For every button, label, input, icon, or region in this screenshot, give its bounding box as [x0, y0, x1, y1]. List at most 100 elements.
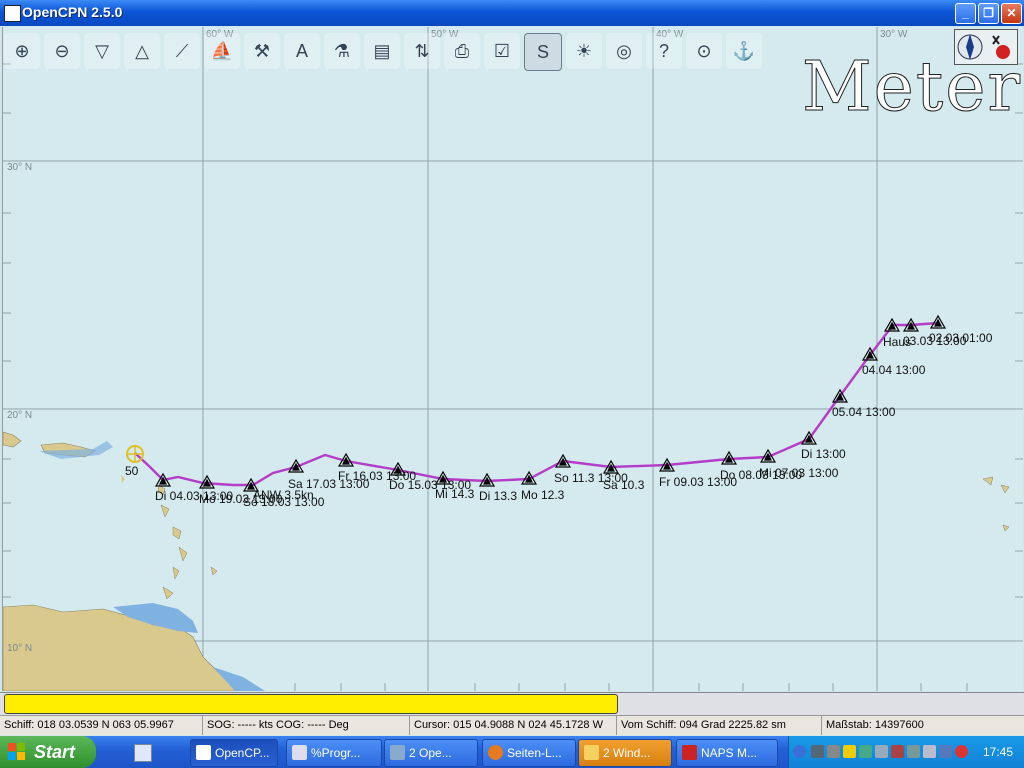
route-manager-icon: ☑ [493, 40, 511, 61]
tray-expand-icon[interactable] [793, 745, 806, 758]
task-seiten[interactable]: Seiten-L... [482, 739, 576, 767]
tray-clock[interactable]: 17:45 [983, 745, 1013, 759]
status-sog-cog: SOG: ----- kts COG: ----- Deg [203, 716, 410, 735]
route-button[interactable]: ⟋ [164, 33, 200, 69]
waypoint-label[interactable]: Mi 07.03 13:00 [759, 466, 838, 480]
waypoint-label[interactable]: 05.04 13:00 [832, 405, 895, 419]
opencpn-icon [196, 745, 211, 760]
settings-button[interactable]: ⚒ [244, 33, 280, 69]
status-scale: Maßstab: 14397600 [826, 719, 924, 731]
ship-icon [126, 445, 144, 463]
status-from-ship: Vom Schiff: 094 Grad 2225.82 sm [617, 716, 822, 735]
system-tray: 17:45 [788, 736, 1024, 768]
current-button[interactable]: ⚗ [324, 33, 360, 69]
main-toolbar: ⊕ ⊖ ▽ △ ⟋ ⛵ ⚒ A ⚗ ▤ ⇅ ⎙ ☑ S ☀ ◎? ⊙ ⚓ [4, 31, 784, 73]
mob-icon: ◎ [616, 40, 632, 61]
waypoint-label[interactable]: 02.03 01:00 [929, 331, 992, 345]
tide-icon: ▤ [373, 40, 391, 61]
tide-button[interactable]: ▤ [364, 33, 400, 69]
lat-label-30n: 30° N [7, 162, 33, 173]
route-icon: ⟋ [175, 40, 189, 61]
pdf-icon [682, 745, 697, 760]
firefox-icon [488, 745, 503, 760]
quick-launch [104, 743, 186, 762]
lat-label-10n: 10° N [7, 643, 33, 654]
scale-in-icon: ▽ [95, 40, 109, 61]
close-button[interactable]: ✕ [1001, 3, 1022, 24]
settings-icon: ⚒ [253, 40, 271, 61]
tray-network-icon[interactable] [811, 745, 824, 758]
title-bar[interactable]: OpenCPN 2.5.0 _ ❐ ✕ [0, 0, 1024, 26]
waypoint-markers [154, 314, 947, 492]
waypoint-label[interactable]: Sa 10.3 [603, 478, 644, 492]
zoom-out-icon: ⊖ [54, 40, 70, 61]
ais-icon: ⊙ [696, 40, 712, 61]
track-icon: S [536, 41, 549, 62]
scale-out-button[interactable]: △ [124, 33, 160, 69]
task-opencpn[interactable]: OpenCP... [190, 739, 278, 767]
chart-quilt-button[interactable]: ⇅ [404, 33, 440, 69]
tray-sound-icon[interactable] [891, 745, 904, 758]
show-desktop-icon[interactable] [134, 744, 152, 762]
tracking-icon: ⚓ [732, 40, 756, 61]
minimize-button[interactable]: _ [955, 3, 976, 24]
zoom-in-button[interactable]: ⊕ [4, 33, 40, 69]
track-button[interactable]: S [524, 33, 562, 71]
tray-device-icon[interactable] [827, 745, 840, 758]
restore-button[interactable]: ❐ [978, 3, 999, 24]
follow-ship-button[interactable]: ⛵ [204, 33, 240, 69]
windows-taskbar: Start OpenCP... %Progr... 2 Ope... Seite… [0, 736, 1024, 768]
help-icon: ? [658, 40, 669, 61]
ship-speed-label: 50 [125, 464, 139, 478]
waypoint-label[interactable]: Di 13:00 [801, 447, 846, 461]
land-south-america [3, 604, 249, 691]
waypoint-label[interactable]: 04.04 13:00 [862, 363, 925, 377]
scale-in-button[interactable]: ▽ [84, 33, 120, 69]
tray-warning-icon[interactable] [843, 745, 856, 758]
window-title: OpenCPN 2.5.0 [22, 4, 123, 20]
task-wind[interactable]: 2 Wind... [578, 739, 672, 767]
status-bar: Schiff: 018 03.0539 N 063 05.9967 SOG: -… [0, 715, 1024, 735]
folder-icon [584, 745, 599, 760]
start-label: Start [34, 742, 76, 762]
opencpn-app-icon[interactable] [4, 5, 21, 22]
follow-ship-icon: ⛵ [210, 40, 234, 61]
print-icon: ⎙ [454, 40, 470, 61]
depth-units-overlay: Meter [802, 48, 1022, 128]
tracking-button[interactable]: ⚓ [726, 33, 762, 69]
tray-monitor-icon[interactable] [907, 745, 920, 758]
scale-out-icon: △ [135, 40, 149, 61]
ais-button[interactable]: ⊙ [686, 33, 722, 69]
lat-label-20n: 20° N [7, 410, 33, 421]
status-ship-position: Schiff: 018 03.0539 N 063 05.9967 [0, 716, 203, 735]
chart-bar[interactable] [4, 694, 618, 714]
chart-edge-ticks [3, 63, 1023, 691]
task-progr[interactable]: %Progr... [286, 739, 382, 767]
tray-utility-icon[interactable] [923, 745, 936, 758]
editor-icon [292, 745, 307, 760]
tray-app-icon[interactable] [859, 745, 872, 758]
waypoint-label[interactable]: Mo 12.3 [521, 488, 564, 502]
zoom-out-button[interactable]: ⊖ [44, 33, 80, 69]
start-button[interactable]: Start [0, 736, 96, 768]
route-manager-button[interactable]: ☑ [484, 33, 520, 69]
tray-update-icon[interactable] [939, 745, 952, 758]
status-cursor: Cursor: 015 04.9088 N 024 45.1728 W [410, 716, 617, 735]
chart-quilt-icon: ⇅ [414, 40, 430, 61]
lon-label-30w: 30° W [880, 29, 908, 40]
text-icon: A [295, 40, 308, 61]
current-icon: ⚗ [333, 40, 351, 61]
windows-logo-icon [8, 743, 25, 760]
waypoint-label[interactable]: Di 13.3 [479, 489, 517, 503]
tray-security-icon[interactable] [955, 745, 968, 758]
task-naps[interactable]: NAPS M... [676, 739, 778, 767]
text-button[interactable]: A [284, 33, 320, 69]
print-button[interactable]: ⎙ [444, 33, 480, 69]
tray-wireless-icon[interactable] [875, 745, 888, 758]
mob-button[interactable]: ◎ [606, 33, 642, 69]
help-button[interactable]: ? [646, 33, 682, 69]
land-hispaniola [3, 431, 22, 448]
day-night-button[interactable]: ☀ [566, 33, 602, 69]
waypoint-label[interactable]: Mi 14.3 [435, 487, 474, 501]
task-ope[interactable]: 2 Ope... [384, 739, 478, 767]
